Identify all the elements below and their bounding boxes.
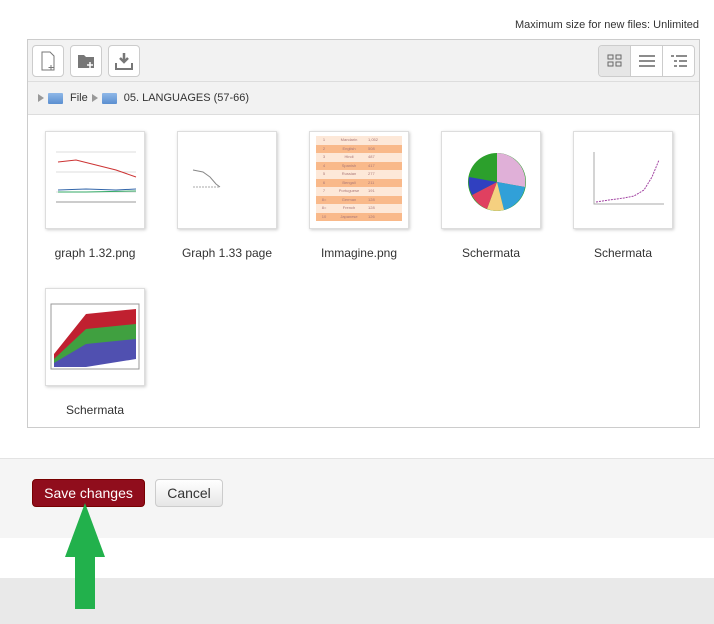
cell: 128 (368, 196, 375, 202)
thumb-row: 5 Russian 277 (316, 170, 402, 179)
file-thumbnail (45, 288, 145, 386)
cell: 8= (321, 205, 327, 210)
cell: 7 (322, 188, 326, 193)
thumb-row: 6 Bengali 211 (316, 178, 402, 187)
cell: 126 (368, 213, 375, 219)
cell: 191 (368, 188, 375, 193)
file-name: Schermata (461, 246, 521, 260)
view-switcher (598, 45, 695, 77)
file-item[interactable]: graph 1.32.png (35, 131, 155, 260)
cell: 277 (368, 171, 375, 176)
create-folder-button[interactable] (70, 45, 102, 77)
form-footer: Save changes Cancel (0, 458, 714, 538)
thumb-row: 10 Japanese 126 (316, 212, 402, 221)
file-item[interactable]: Schermata (35, 288, 155, 417)
cell: 4 (322, 162, 326, 168)
breadcrumb-root[interactable]: File (70, 92, 88, 104)
list-icon (638, 55, 655, 67)
view-icons-button[interactable] (599, 46, 630, 76)
cell: 128 (368, 205, 375, 210)
cell: German (341, 196, 357, 202)
cell: Russian (341, 171, 357, 176)
file-item[interactable]: Schermata (563, 131, 683, 260)
cell: English (342, 145, 356, 151)
download-icon (115, 53, 133, 70)
cell: 417 (368, 162, 375, 168)
cell: Spanish (341, 162, 357, 168)
cell: 1,052 (368, 137, 379, 142)
folder-add-icon (78, 55, 94, 68)
grid-icon (607, 54, 621, 67)
cell: Bengali (342, 179, 356, 185)
file-name: Schermata (65, 403, 125, 417)
cell: Hindi (344, 154, 354, 159)
file-name: Immagine.png (320, 246, 398, 260)
cell: Japanese (340, 213, 358, 219)
cell: 8= (321, 196, 327, 202)
file-thumbnail (177, 131, 277, 229)
cell: Portuguese (338, 188, 360, 193)
thumb-row: 7 Portuguese 191 (316, 187, 402, 196)
max-size-note: Maximum size for new files: Unlimited (515, 19, 699, 31)
page-bottom (0, 578, 714, 624)
file-manager: File 05. LANGUAGES (57-66) graph 1.32.pn… (27, 39, 700, 428)
cell: 508 (368, 145, 375, 151)
cell: 487 (368, 154, 375, 159)
green-arrow-icon (65, 503, 105, 609)
thumb-row: 2 English 508 (316, 144, 402, 153)
file-item[interactable]: 1 Mandarin 1,052 2 English 508 3 Hindi 487 4 Spani… (299, 131, 419, 260)
folder-icon (48, 92, 63, 104)
folder-icon (101, 92, 117, 104)
file-thumbnail: 1 Mandarin 1,052 2 English 508 3 Hindi 487 4 Spani… (309, 131, 409, 229)
file-add-icon (41, 51, 55, 71)
file-name: Schermata (593, 246, 653, 260)
tree-icon (670, 55, 687, 67)
file-name: graph 1.32.png (54, 246, 136, 260)
cell: 3 (322, 154, 326, 159)
breadcrumb: File 05. LANGUAGES (57-66) (28, 82, 699, 115)
file-thumbnail (573, 131, 673, 229)
cell: 211 (368, 179, 375, 185)
cancel-button[interactable]: Cancel (155, 479, 223, 507)
cell: 5 (322, 171, 326, 176)
thumb-row: 1 Mandarin 1,052 (316, 136, 402, 145)
thumb-row: 8= German 128 (316, 195, 402, 204)
cell: French (342, 205, 356, 210)
thumb-row: 8= French 128 (316, 204, 402, 213)
cell: 2 (322, 145, 326, 151)
cell: 10 (321, 213, 327, 219)
download-button[interactable] (108, 45, 140, 77)
file-thumbnail (45, 131, 145, 229)
cell: 6 (322, 179, 326, 185)
cell: Mandarin (340, 137, 358, 142)
file-item[interactable]: Graph 1.33 page (167, 131, 287, 260)
view-tree-button[interactable] (662, 46, 694, 76)
file-name: Graph 1.33 page (181, 246, 273, 260)
file-thumbnail (441, 131, 541, 229)
view-list-button[interactable] (630, 46, 662, 76)
toolbar (28, 40, 699, 82)
add-file-button[interactable] (32, 45, 64, 77)
cell: 1 (322, 137, 326, 142)
thumb-row: 4 Spanish 417 (316, 161, 402, 170)
breadcrumb-current[interactable]: 05. LANGUAGES (57-66) (124, 92, 249, 104)
file-item[interactable]: Schermata (431, 131, 551, 260)
expand-icon (38, 94, 44, 102)
separator-icon (91, 94, 98, 102)
thumb-row: 3 Hindi 487 (316, 153, 402, 162)
